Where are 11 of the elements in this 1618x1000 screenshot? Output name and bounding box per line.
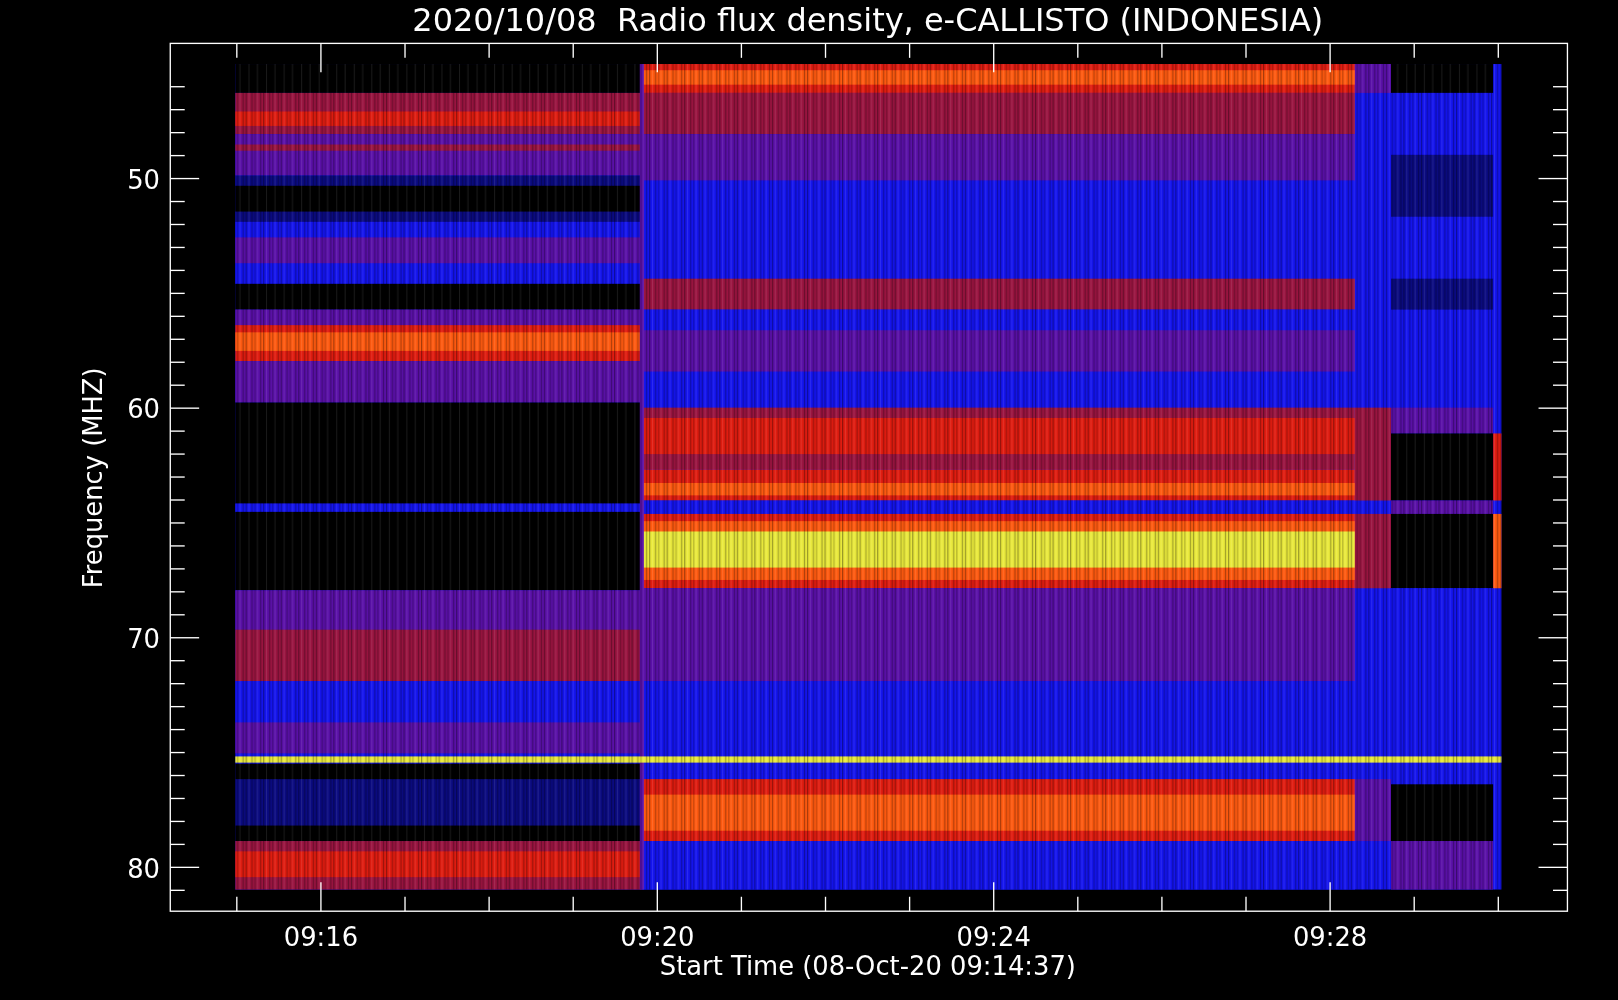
y-tick-label: 50 [127, 164, 160, 195]
x-tick-label: 09:24 [956, 922, 1031, 953]
x-tick-label: 09:16 [283, 922, 359, 953]
chart-title: 2020/10/08 Radio flux density, e-CALLISTO (INDONESIA) [412, 1, 1324, 39]
y-tick-label: 70 [127, 624, 160, 655]
y-tick-label: 60 [127, 394, 160, 425]
x-tick-label: 09:20 [620, 922, 695, 953]
y-tick-label: 80 [127, 853, 160, 884]
x-axis-title: Start Time (08-Oct-20 09:14:37) [659, 951, 1076, 982]
x-tick-label: 09:28 [1292, 922, 1368, 953]
y-axis-title: Frequency (MHZ) [78, 367, 109, 589]
